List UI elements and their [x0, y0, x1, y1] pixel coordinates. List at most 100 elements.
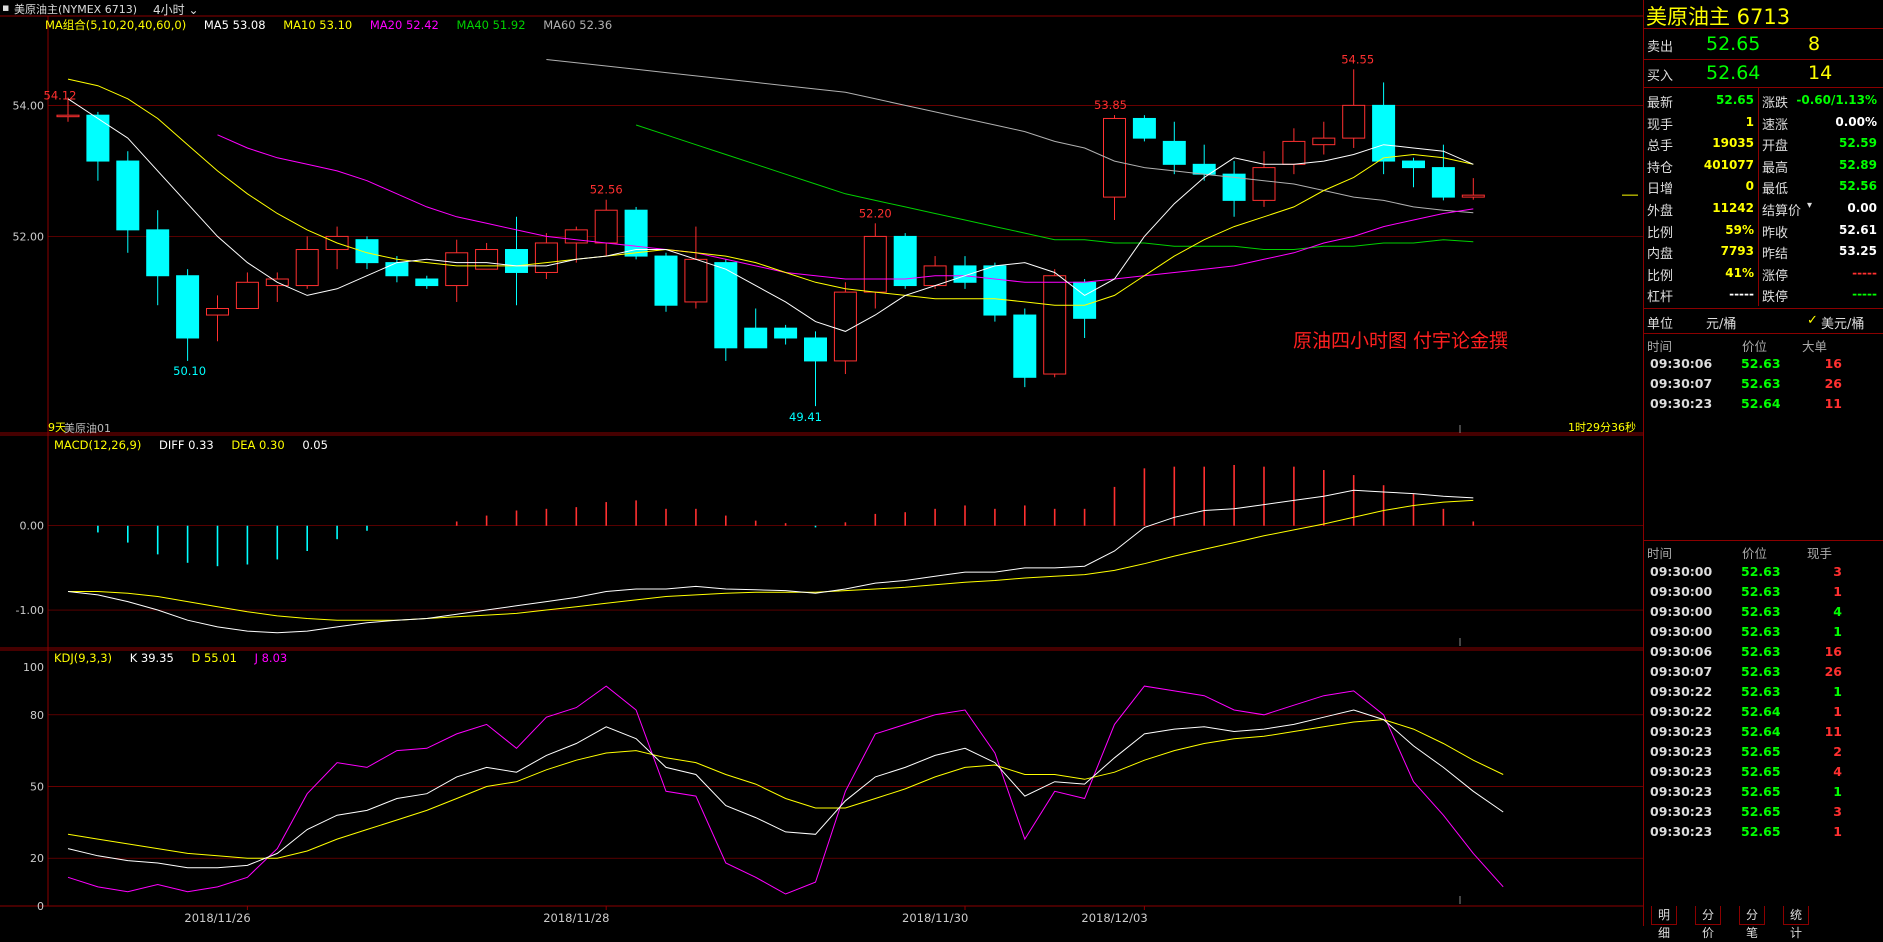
tick-row[interactable]: 09:30:07 52.63 26 [1644, 664, 1883, 684]
tick-time: 09:30:00 [1650, 624, 1713, 639]
candle-body[interactable] [505, 249, 528, 273]
candle-body[interactable] [415, 278, 439, 287]
candle-body[interactable] [1043, 275, 1067, 375]
candle-body[interactable] [146, 229, 170, 277]
candle-body[interactable] [833, 291, 857, 362]
stat-label: 速涨 [1762, 117, 1789, 133]
tick-volume: 1 [1833, 784, 1842, 799]
candle-body[interactable] [1282, 140, 1306, 165]
tick-time: 09:30:23 [1650, 724, 1713, 739]
candle-body[interactable] [355, 239, 379, 264]
stat-row: 外盘 11242 结算价 ▾ 0.00 [1644, 198, 1883, 219]
tick-row[interactable]: 09:30:23 52.65 4 [1644, 764, 1883, 784]
candle-body[interactable] [1431, 167, 1455, 198]
tab-price-split[interactable]: 分价 [1695, 906, 1722, 940]
candle-body[interactable] [1073, 281, 1097, 319]
tick-row[interactable]: 09:30:23 52.64 11 [1644, 724, 1883, 744]
candle-body[interactable] [1162, 140, 1186, 165]
tick-time: 09:30:23 [1650, 744, 1713, 759]
k-line [67, 709, 1504, 869]
kline-chart[interactable]: 54.00 52.00 0.00 -1.00 100 80 50 20 0 2018/11/26 2… [0, 0, 1643, 926]
macd-legend-name[interactable]: MACD(12,26,9) [54, 438, 141, 452]
stat-label: 最高 [1762, 160, 1789, 176]
header-price: 价位 [1742, 546, 1768, 561]
low-annotation: 49.41 [789, 410, 822, 424]
candle-body[interactable] [1132, 117, 1156, 139]
candle-body[interactable] [1013, 314, 1037, 378]
stat-label: 结算价 [1762, 204, 1802, 219]
candle-body[interactable] [1342, 104, 1366, 139]
stat-label: 昨收 [1762, 225, 1789, 241]
candle-body[interactable] [1402, 160, 1425, 169]
tick-row[interactable]: 09:30:23 52.65 2 [1644, 744, 1883, 764]
tab-trades[interactable]: 分笔 [1739, 906, 1766, 940]
candle-body[interactable] [116, 160, 140, 231]
chevron-down-icon[interactable]: ▾ [1807, 200, 1812, 211]
tick-time: 09:30:06 [1650, 644, 1713, 659]
tick-row[interactable]: 09:30:00 52.63 4 [1644, 604, 1883, 624]
tick-row[interactable]: 09:30:00 52.63 1 [1644, 624, 1883, 644]
tick-row[interactable]: 09:30:22 52.64 1 [1644, 704, 1883, 724]
candle-body[interactable] [534, 242, 558, 273]
tick-row[interactable]: 09:30:22 52.63 1 [1644, 684, 1883, 704]
candle-body[interactable] [863, 235, 887, 293]
candle-body[interactable] [744, 327, 768, 349]
candle-body[interactable] [804, 337, 827, 362]
sell-row[interactable]: 卖出 52.65 8 [1644, 33, 1883, 57]
tick-row[interactable]: 09:30:23 52.65 1 [1644, 824, 1883, 844]
tick-volume: 26 [1824, 664, 1842, 679]
candle-body[interactable] [445, 252, 469, 287]
ma10-legend: MA10 53.10 [283, 18, 353, 32]
candle-body[interactable] [1461, 194, 1485, 198]
stat-value: 41% [1725, 265, 1754, 280]
period-selector[interactable]: 4小时 ⌄ [153, 1, 199, 18]
tab-statistics[interactable]: 统计 [1783, 906, 1810, 940]
stat-label: 涨停 [1762, 268, 1789, 284]
tick-row[interactable]: 09:30:23 52.64 11 [1644, 396, 1883, 416]
candle-body[interactable] [1252, 167, 1276, 201]
watermark-text: 原油四小时图 付宇论金撰 [1293, 330, 1509, 352]
tick-row[interactable]: 09:30:06 52.63 16 [1644, 356, 1883, 376]
period-label: 4小时 [153, 3, 185, 17]
tab-detail[interactable]: 明细 [1651, 906, 1678, 940]
candle-body[interactable] [295, 249, 319, 287]
candle-body[interactable] [714, 262, 738, 349]
candle-body[interactable] [594, 209, 618, 244]
candle-body[interactable] [953, 265, 977, 283]
candle-body[interactable] [1372, 104, 1396, 162]
dea-legend: DEA 0.30 [231, 438, 285, 452]
tick-volume: 26 [1824, 376, 1842, 391]
stat-value: 59% [1725, 222, 1754, 237]
candle-body[interactable] [176, 275, 200, 339]
tick-price: 52.65 [1741, 824, 1781, 839]
tick-price: 52.64 [1741, 724, 1781, 739]
tick-time: 09:30:07 [1650, 376, 1713, 391]
candle-body[interactable] [684, 258, 708, 303]
candle-body[interactable] [235, 281, 259, 309]
tick-row[interactable]: 09:30:06 52.63 16 [1644, 644, 1883, 664]
unit-toggle[interactable]: 美元/桶 [1821, 313, 1864, 332]
tick-row[interactable]: 09:30:00 52.63 1 [1644, 584, 1883, 604]
tick-row[interactable]: 09:30:07 52.63 26 [1644, 376, 1883, 396]
tick-row[interactable]: 09:30:00 52.63 3 [1644, 564, 1883, 584]
stat-value: ----- [1852, 265, 1877, 280]
candle-body[interactable] [385, 262, 409, 277]
candle-body[interactable] [774, 327, 798, 339]
candle-body[interactable] [654, 255, 678, 306]
chart-area[interactable]: 54.00 52.00 0.00 -1.00 100 80 50 20 0 2018/11/26 2… [0, 0, 1643, 926]
candle-body[interactable] [206, 307, 229, 316]
stat-value: 52.56 [1839, 179, 1877, 194]
panel-title: 美原油主 6713 [1646, 5, 1791, 29]
tick-row[interactable]: 09:30:23 52.65 1 [1644, 784, 1883, 804]
tick-header: 时间 价位 现手 [1644, 543, 1883, 563]
contract-title[interactable]: 美原油主(NYMEX 6713) [14, 1, 137, 17]
ma-legend-name[interactable]: MA组合(5,10,20,40,60,0) [45, 18, 186, 32]
candle-body[interactable] [983, 265, 1007, 316]
candle-body[interactable] [1312, 137, 1336, 146]
kdj-legend-name[interactable]: KDJ(9,3,3) [54, 651, 112, 665]
tick-volume: 1 [1833, 584, 1842, 599]
buy-row[interactable]: 买入 52.64 14 [1644, 62, 1883, 86]
tick-row[interactable]: 09:30:23 52.65 3 [1644, 804, 1883, 824]
candle-body[interactable] [86, 114, 110, 162]
candle-body[interactable] [56, 114, 80, 118]
